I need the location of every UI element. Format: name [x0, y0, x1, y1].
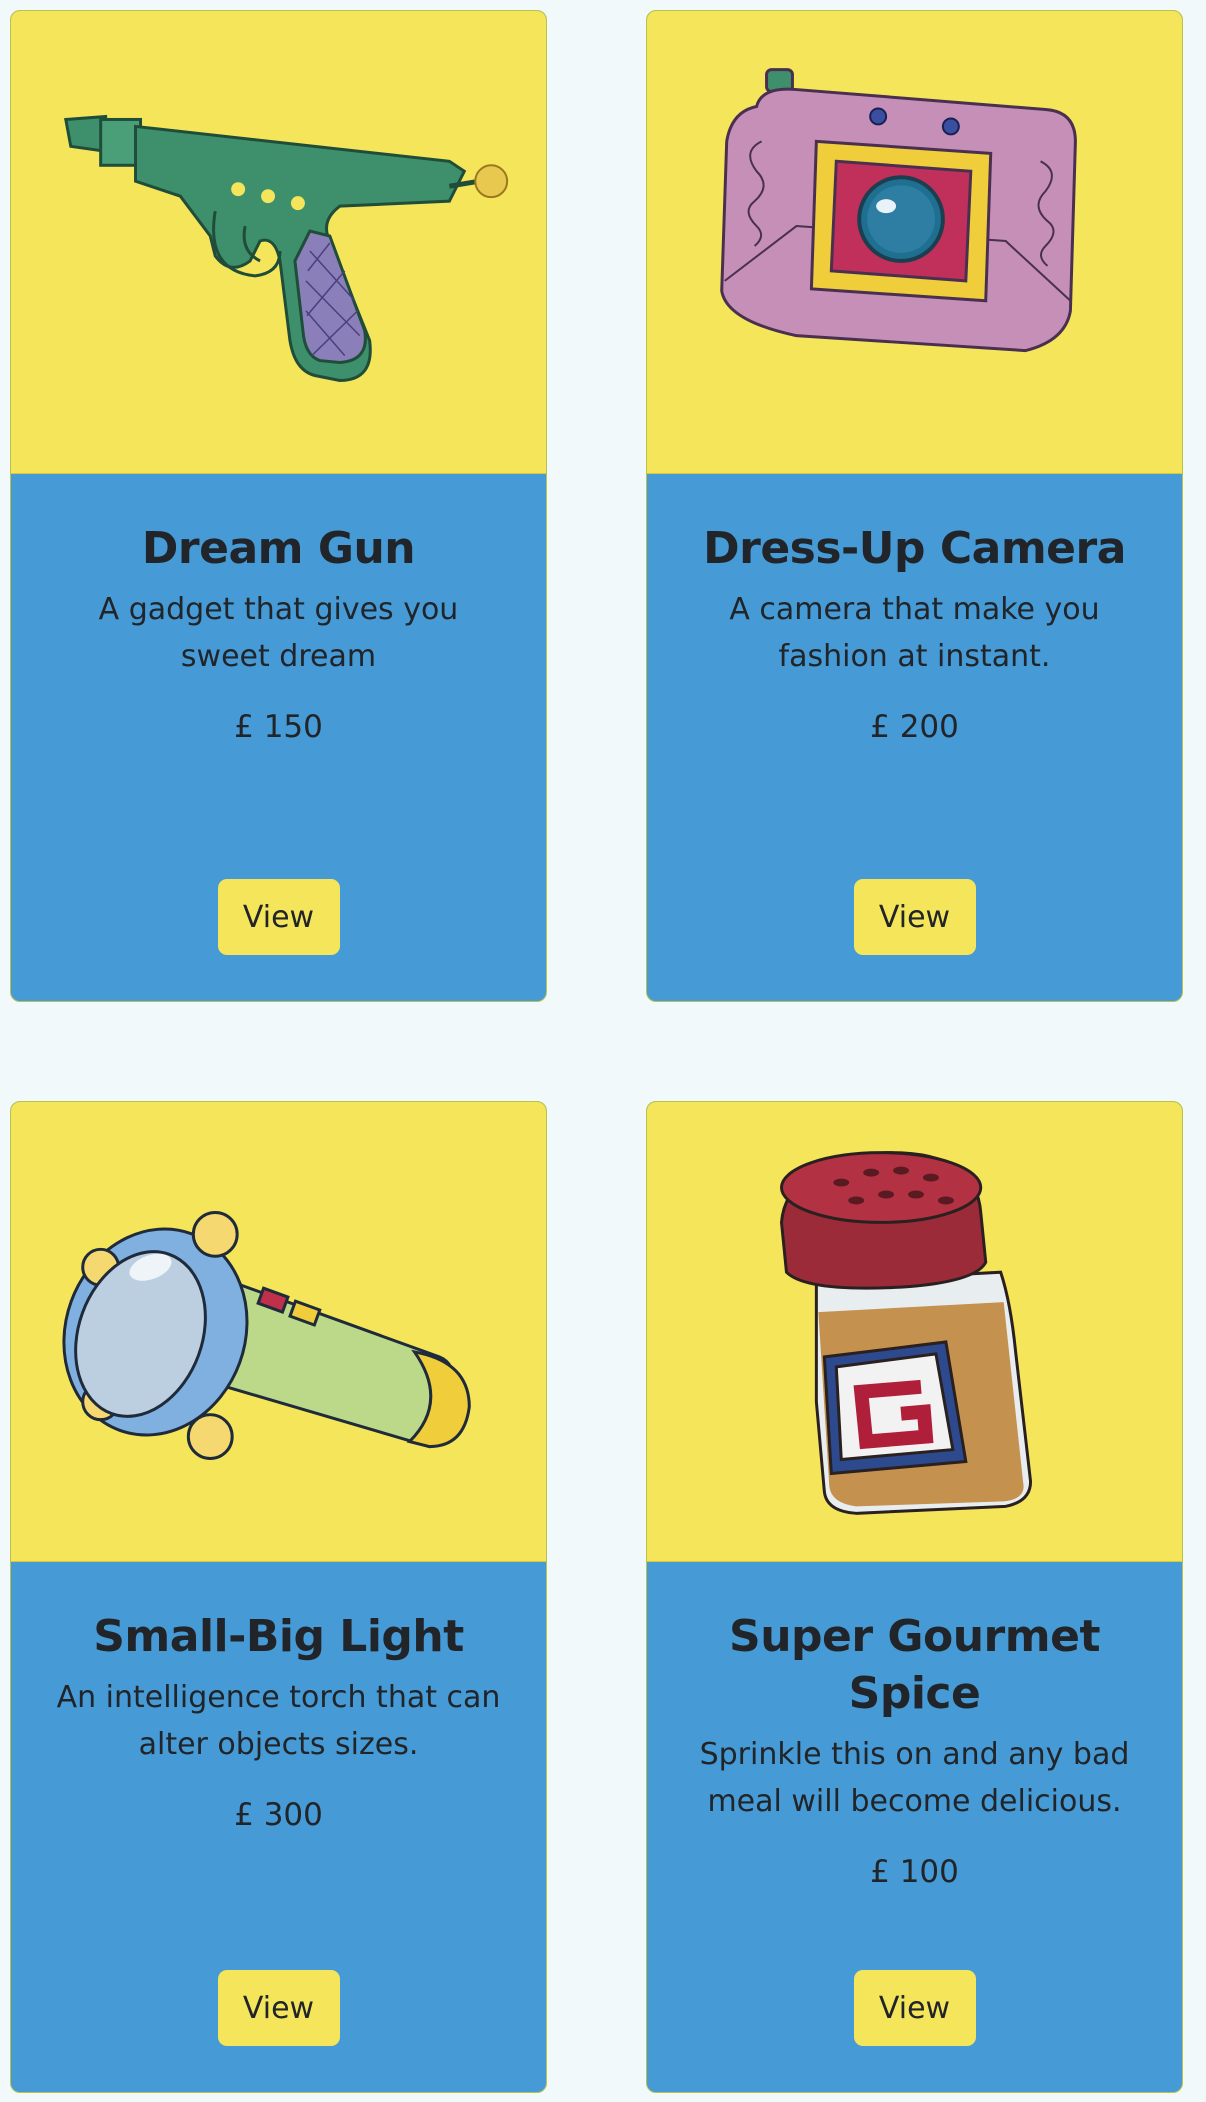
product-description: Sprinkle this on and any bad meal will b…	[699, 1737, 1130, 1819]
product-image-super-gourmet-spice	[647, 1102, 1182, 1562]
spice-shaker-icon	[779, 1151, 1033, 1515]
product-title: Dress-Up Camera	[703, 523, 1126, 574]
product-title: Super Gourmet Spice	[729, 1611, 1100, 1719]
product-card-body: Dream Gun A gadget that gives you sweet …	[11, 474, 546, 747]
camera-icon	[720, 68, 1077, 353]
product-price: £ 200	[870, 709, 959, 745]
product-title: Small-Big Light	[93, 1611, 464, 1662]
dream-gun-icon	[64, 114, 509, 382]
view-button-dream-gun[interactable]: View	[217, 879, 340, 955]
product-card-body: Super Gourmet Spice Sprinkle this on and…	[647, 1562, 1182, 1892]
product-card-small-big-light: Small-Big Light An intelligence torch th…	[10, 1101, 547, 2093]
view-button-small-big-light[interactable]: View	[217, 1970, 340, 2046]
product-image-dream-gun	[11, 11, 546, 474]
view-button-super-gourmet-spice[interactable]: View	[853, 1970, 976, 2046]
product-price: £ 300	[234, 1797, 323, 1833]
product-image-dress-up-camera	[647, 11, 1182, 474]
product-card-body: Small-Big Light An intelligence torch th…	[11, 1562, 546, 1835]
product-card-dress-up-camera: Dress-Up Camera A camera that make you f…	[646, 10, 1183, 1002]
product-card-dream-gun: Dream Gun A gadget that gives you sweet …	[10, 10, 547, 1002]
product-title: Dream Gun	[141, 523, 416, 574]
product-price: £ 100	[870, 1854, 959, 1890]
product-card-super-gourmet-spice: Super Gourmet Spice Sprinkle this on and…	[646, 1101, 1183, 2093]
torch-icon	[62, 1210, 471, 1461]
product-description: A gadget that gives you sweet dream	[98, 592, 459, 674]
product-price: £ 150	[234, 709, 323, 745]
product-image-small-big-light	[11, 1102, 546, 1562]
product-description: A camera that make you fashion at instan…	[729, 592, 1100, 674]
product-description: An intelligence torch that can alter obj…	[56, 1680, 501, 1762]
view-button-dress-up-camera[interactable]: View	[853, 879, 976, 955]
product-card-body: Dress-Up Camera A camera that make you f…	[647, 474, 1182, 747]
